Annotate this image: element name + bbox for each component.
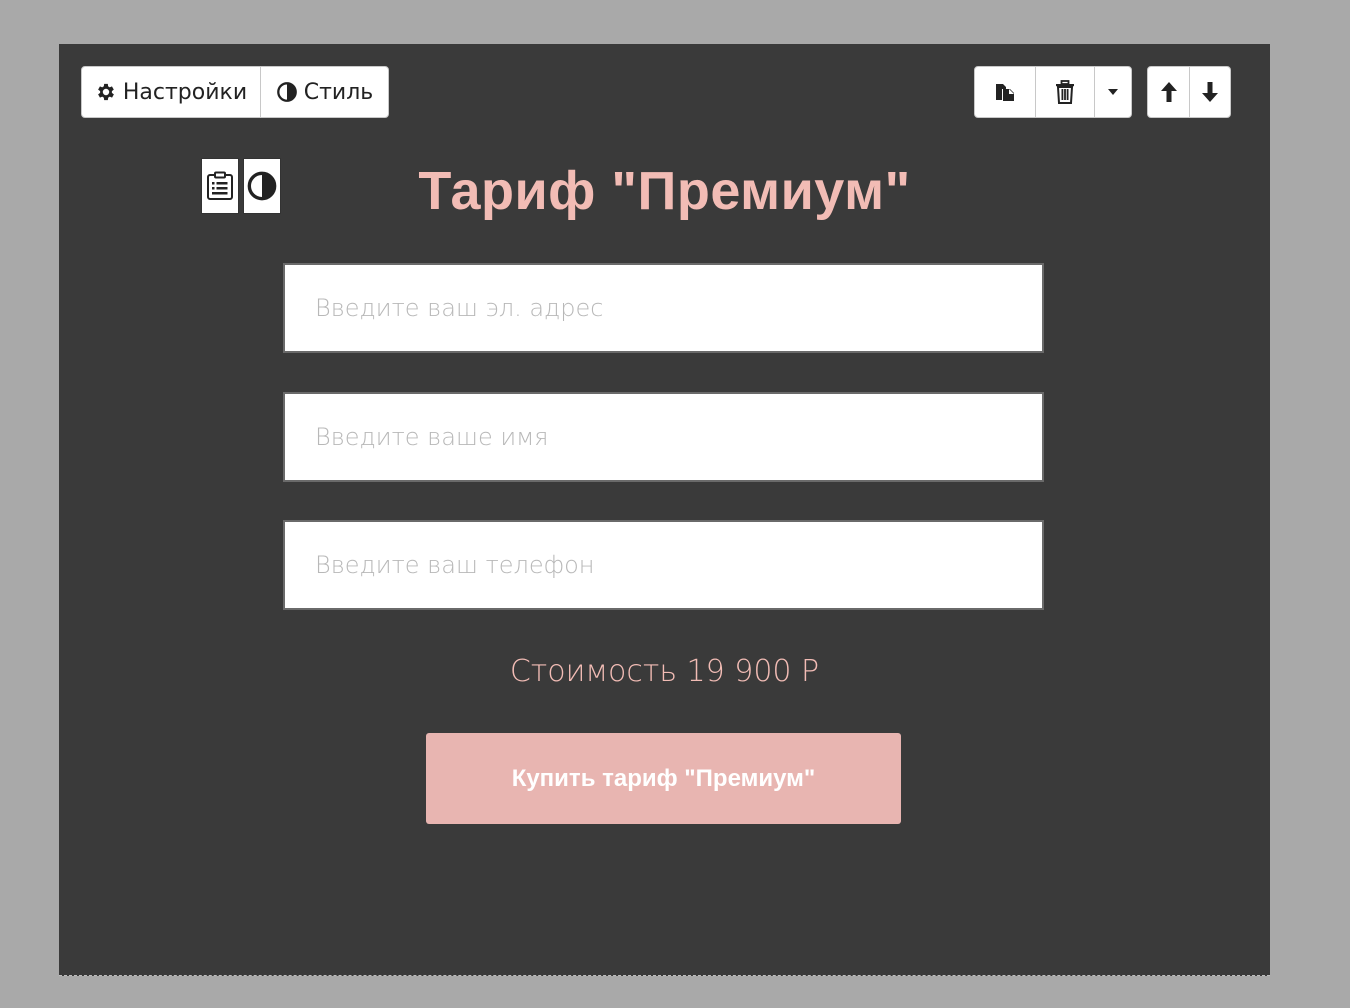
- block-settings-toolbar: Настройки Стиль: [81, 66, 389, 118]
- name-field[interactable]: [283, 392, 1044, 482]
- block-move-toolbar: [1147, 66, 1231, 118]
- price-text: Стоимость 19 900 Р: [509, 654, 820, 689]
- contrast-icon: [276, 81, 298, 103]
- trash-icon: [1054, 80, 1076, 104]
- arrow-down-icon: [1200, 80, 1220, 104]
- style-label: Стиль: [303, 79, 374, 105]
- caret-down-icon: [1107, 88, 1119, 96]
- duplicate-button[interactable]: [975, 67, 1035, 117]
- block-actions-toolbar: [974, 66, 1132, 118]
- delete-button[interactable]: [1035, 67, 1094, 117]
- arrow-up-icon: [1159, 80, 1179, 104]
- buy-premium-button[interactable]: Купить тариф "Премиум": [426, 733, 901, 824]
- editor-panel: Настройки Стиль Тариф "Премиум" Введите …: [59, 44, 1270, 976]
- move-down-button[interactable]: [1189, 67, 1230, 117]
- gear-icon: [95, 81, 117, 103]
- style-button[interactable]: Стиль: [260, 67, 388, 117]
- move-up-button[interactable]: [1148, 67, 1189, 117]
- phone-field[interactable]: [283, 520, 1044, 610]
- email-field[interactable]: [283, 263, 1044, 353]
- settings-button[interactable]: Настройки: [82, 67, 260, 117]
- settings-label: Настройки: [122, 79, 248, 105]
- more-actions-dropdown[interactable]: [1094, 67, 1131, 117]
- form-title: Тариф "Премиум": [418, 161, 911, 221]
- copy-icon: [993, 80, 1017, 104]
